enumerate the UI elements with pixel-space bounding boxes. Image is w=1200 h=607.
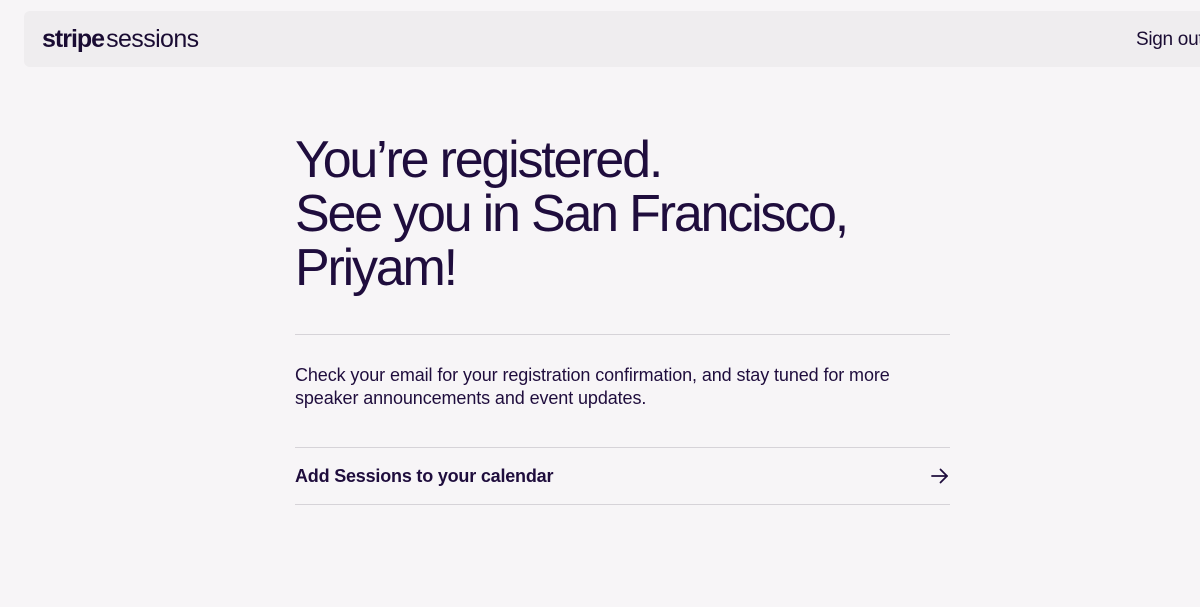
- logo-wordmark-stripe: stripe: [42, 25, 105, 53]
- stripe-sessions-logo[interactable]: stripesessions: [42, 25, 199, 53]
- top-navigation-bar: stripesessions Sign out: [24, 11, 1200, 67]
- divider-top: [295, 334, 950, 335]
- divider-bottom: [295, 504, 950, 505]
- registration-confirmation: You’re registered. See you in San Franci…: [295, 133, 950, 295]
- add-to-calendar-link[interactable]: Add Sessions to your calendar: [295, 448, 950, 504]
- confirmation-message: Check your email for your registration c…: [295, 365, 890, 408]
- arrow-right-icon: [930, 466, 950, 486]
- add-to-calendar-label: Add Sessions to your calendar: [295, 465, 554, 486]
- sign-out-link[interactable]: Sign out: [1136, 29, 1200, 51]
- logo-wordmark-sessions: sessions: [106, 25, 199, 53]
- page-title: You’re registered. See you in San Franci…: [295, 133, 950, 295]
- headline-line-3: Priyam!: [295, 239, 458, 297]
- headline-line-2: See you in San Francisco,: [295, 185, 849, 243]
- headline-line-1: You’re registered.: [295, 131, 663, 189]
